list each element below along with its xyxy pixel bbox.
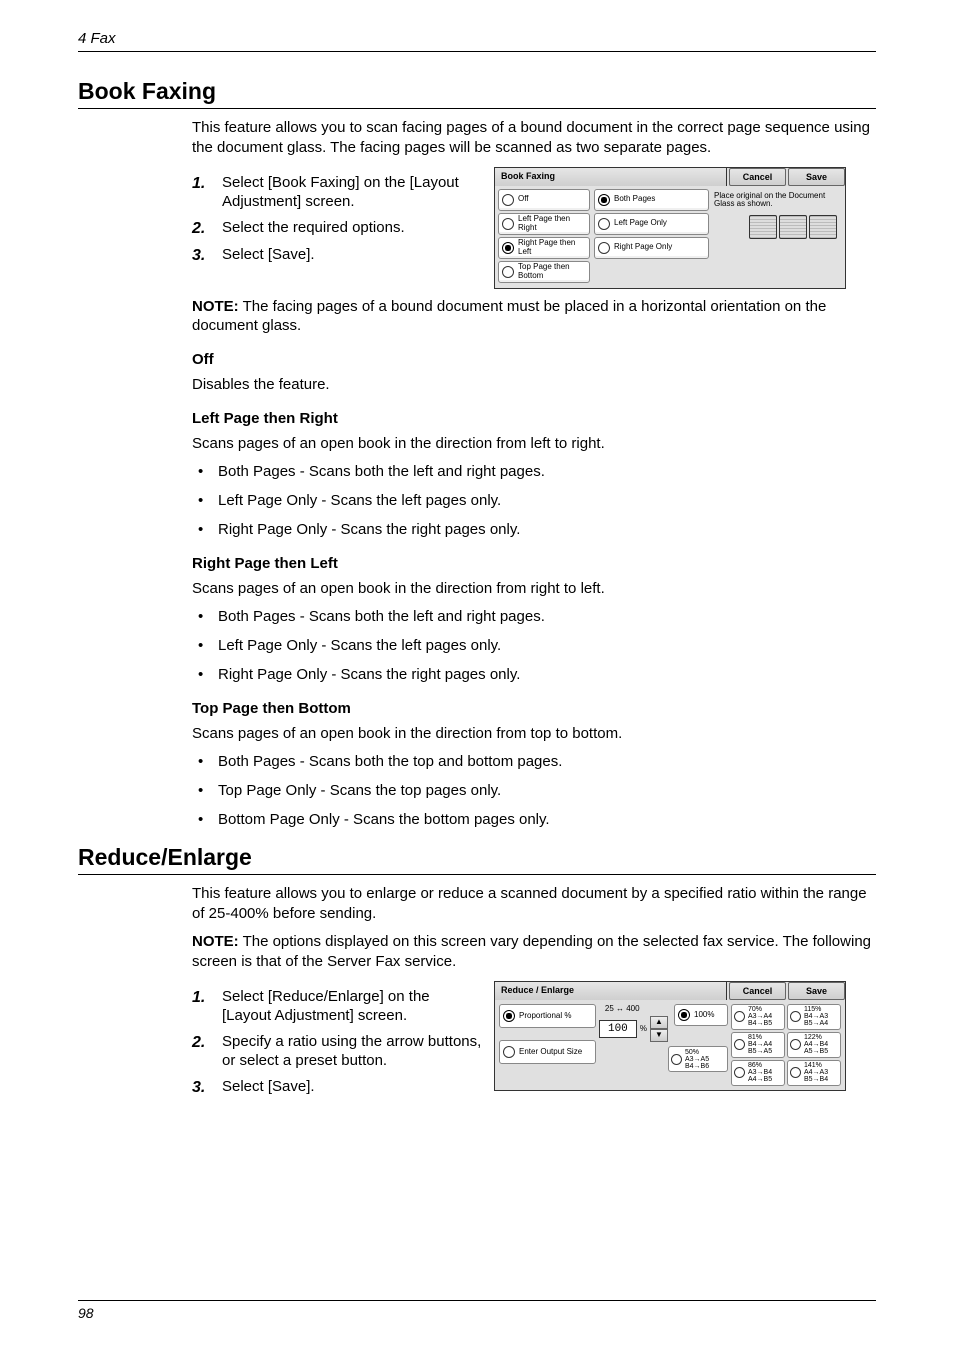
section-reduce-enlarge-title: Reduce/Enlarge xyxy=(78,844,876,871)
tpb-bullets: Both Pages - Scans both the top and bott… xyxy=(192,752,876,829)
intro-paragraph: This feature allows you to scan facing p… xyxy=(192,118,876,158)
option-enter-output-size[interactable]: Enter Output Size xyxy=(499,1040,596,1064)
option-right-then-left[interactable]: Right Page then Left xyxy=(498,237,590,259)
step-number: 2. xyxy=(192,218,222,239)
preset-86[interactable]: 86% A3→B4 A4→B5 xyxy=(731,1060,785,1086)
off-description: Disables the feature. xyxy=(192,375,876,395)
book-faxing-screenshot: Book Faxing Cancel Save Off Left Page th… xyxy=(494,167,846,289)
radio-icon xyxy=(598,194,610,206)
radio-icon xyxy=(503,1010,515,1022)
bullet-item: Right Page Only - Scans the right pages … xyxy=(192,665,876,685)
book-illustration-icon xyxy=(749,215,777,239)
preset-122[interactable]: 122% A4→B4 A5→B5 xyxy=(787,1032,841,1058)
option-both-pages[interactable]: Both Pages xyxy=(594,189,709,211)
radio-icon xyxy=(678,1009,690,1021)
option-left-page-only[interactable]: Left Page Only xyxy=(594,213,709,235)
step-number: 1. xyxy=(192,173,222,194)
step-text: Select [Save]. xyxy=(222,245,315,265)
preset-81[interactable]: 81% B4→A4 B5→A5 xyxy=(731,1032,785,1058)
option-left-then-right[interactable]: Left Page then Right xyxy=(498,213,590,235)
subhead-left-then-right: Left Page then Right xyxy=(192,409,876,429)
radio-icon xyxy=(503,1046,515,1058)
save-button[interactable]: Save xyxy=(788,982,845,1000)
bullet-item: Both Pages - Scans both the left and rig… xyxy=(192,607,876,627)
percent-unit: % xyxy=(640,1024,647,1035)
step-text: Select the required options. xyxy=(222,218,405,238)
section-book-faxing-title: Book Faxing xyxy=(78,78,876,105)
radio-icon xyxy=(734,1011,745,1022)
preset-115[interactable]: 115% B4→A3 B5→A4 xyxy=(787,1004,841,1030)
radio-icon xyxy=(734,1039,745,1050)
cancel-button[interactable]: Cancel xyxy=(729,982,786,1000)
lpr-description: Scans pages of an open book in the direc… xyxy=(192,434,876,454)
option-top-then-bottom[interactable]: Top Page then Bottom xyxy=(498,261,590,283)
preset-100[interactable]: 100% xyxy=(674,1004,728,1026)
preset-50[interactable]: 50% A3→A5 B4→B6 xyxy=(668,1046,728,1072)
radio-icon xyxy=(502,218,514,230)
save-button[interactable]: Save xyxy=(788,168,845,186)
step-number: 1. xyxy=(192,987,222,1008)
radio-icon xyxy=(790,1039,801,1050)
step-number: 3. xyxy=(192,1077,222,1098)
tpb-description: Scans pages of an open book in the direc… xyxy=(192,724,876,744)
step-text: Select [Book Faxing] on the [Layout Adju… xyxy=(222,173,482,212)
radio-icon xyxy=(790,1011,801,1022)
option-proportional[interactable]: Proportional % xyxy=(499,1004,596,1028)
arrow-down-button[interactable]: ▼ xyxy=(650,1029,668,1042)
radio-icon xyxy=(734,1067,745,1078)
note-paragraph: NOTE: The facing pages of a bound docume… xyxy=(192,297,876,337)
lpr-bullets: Both Pages - Scans both the left and rig… xyxy=(192,462,876,539)
preset-141[interactable]: 141% A4→A3 B5→B4 xyxy=(787,1060,841,1086)
bullet-item: Bottom Page Only - Scans the bottom page… xyxy=(192,810,876,830)
step-text: Specify a ratio using the arrow buttons,… xyxy=(222,1032,482,1071)
bullet-item: Both Pages - Scans both the left and rig… xyxy=(192,462,876,482)
subhead-off: Off xyxy=(192,350,876,370)
dialog-title: Reduce / Enlarge xyxy=(495,982,727,1000)
radio-icon xyxy=(598,242,610,254)
page-number: 98 xyxy=(78,1305,876,1321)
radio-icon xyxy=(790,1067,801,1078)
step-text: Select [Save]. xyxy=(222,1077,315,1097)
reduce-enlarge-screenshot: Reduce / Enlarge Cancel Save Proportiona… xyxy=(494,981,846,1091)
percent-value[interactable]: 100 xyxy=(599,1020,637,1038)
footer-rule xyxy=(78,1300,876,1301)
bullet-item: Top Page Only - Scans the top pages only… xyxy=(192,781,876,801)
preset-70[interactable]: 70% A3→A4 B4→B5 xyxy=(731,1004,785,1030)
bullet-item: Left Page Only - Scans the left pages on… xyxy=(192,491,876,511)
book-illustration-icon xyxy=(779,215,807,239)
step-number: 3. xyxy=(192,245,222,266)
note-label: NOTE: xyxy=(192,933,239,950)
arrow-up-button[interactable]: ▲ xyxy=(650,1016,668,1029)
steps-list: 1. Select [Reduce/Enlarge] on the [Layou… xyxy=(192,987,482,1104)
note-label: NOTE: xyxy=(192,298,239,315)
section-rule xyxy=(78,874,876,875)
radio-icon xyxy=(502,266,514,278)
option-off[interactable]: Off xyxy=(498,189,590,211)
step-text: Select [Reduce/Enlarge] on the [Layout A… xyxy=(222,987,482,1026)
intro-paragraph: This feature allows you to enlarge or re… xyxy=(192,884,876,924)
radio-icon xyxy=(598,218,610,230)
note-paragraph: NOTE: The options displayed on this scre… xyxy=(192,932,876,972)
bullet-item: Right Page Only - Scans the right pages … xyxy=(192,520,876,540)
option-right-page-only[interactable]: Right Page Only xyxy=(594,237,709,259)
rpl-description: Scans pages of an open book in the direc… xyxy=(192,579,876,599)
dialog-title: Book Faxing xyxy=(495,168,727,186)
section-rule xyxy=(78,108,876,109)
instruction-text: Place original on the Document Glass as … xyxy=(714,192,837,210)
range-label: 25 ↔ 400 xyxy=(599,1004,668,1015)
radio-icon xyxy=(502,194,514,206)
running-header: 4 Fax xyxy=(78,30,876,47)
bullet-item: Both Pages - Scans both the top and bott… xyxy=(192,752,876,772)
radio-icon xyxy=(502,242,514,254)
rpl-bullets: Both Pages - Scans both the left and rig… xyxy=(192,607,876,684)
header-rule xyxy=(78,51,876,52)
radio-icon xyxy=(671,1054,682,1065)
step-number: 2. xyxy=(192,1032,222,1053)
bullet-item: Left Page Only - Scans the left pages on… xyxy=(192,636,876,656)
subhead-top-then-bottom: Top Page then Bottom xyxy=(192,699,876,719)
subhead-right-then-left: Right Page then Left xyxy=(192,554,876,574)
steps-list: 1. Select [Book Faxing] on the [Layout A… xyxy=(192,173,482,272)
cancel-button[interactable]: Cancel xyxy=(729,168,786,186)
book-illustration-icon xyxy=(809,215,837,239)
